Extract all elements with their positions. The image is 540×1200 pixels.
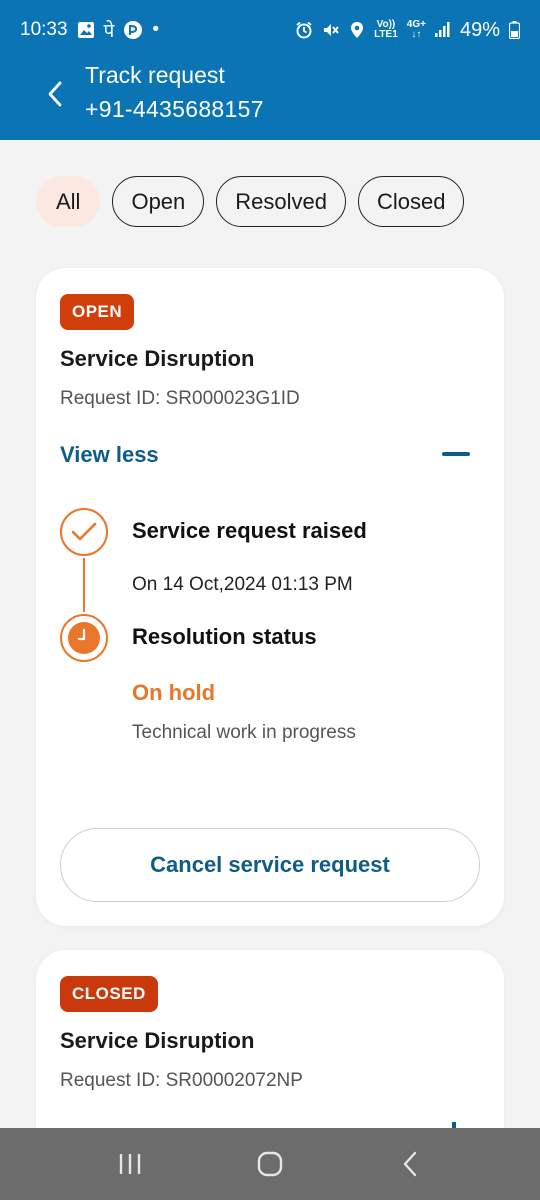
status-bar: 10:33 पे • Vo)) LTE1 4G+ ↓↑ 49%	[0, 0, 540, 60]
page-title: Track request	[85, 62, 225, 88]
minus-icon	[442, 452, 470, 456]
status-badge: OPEN	[60, 294, 135, 330]
home-button[interactable]	[240, 1134, 300, 1194]
signal-icon	[434, 22, 451, 38]
resolution-detail: Technical work in progress	[132, 722, 356, 743]
back-icon	[403, 1151, 417, 1177]
location-icon	[349, 21, 365, 39]
timeline-connector	[83, 558, 85, 612]
status-badge: CLOSED	[60, 976, 158, 1012]
filter-chips: All Open Resolved Closed	[36, 176, 465, 227]
network-indicator: 4G+ ↓↑	[407, 20, 426, 40]
battery-percent: 49%	[459, 18, 500, 41]
home-icon	[257, 1151, 283, 1177]
alarm-icon	[295, 21, 313, 39]
cancel-request-button[interactable]: Cancel service request	[60, 828, 480, 902]
page-header: Track request +91-4435688157	[0, 60, 540, 140]
clock-icon	[60, 614, 108, 662]
app-header-bar: 10:33 पे • Vo)) LTE1 4G+ ↓↑ 49% Track re…	[0, 0, 540, 140]
view-less-link[interactable]: View less	[60, 442, 159, 468]
status-dot: •	[152, 19, 159, 40]
request-id: Request ID: SR000023G1ID	[60, 388, 300, 409]
system-back-button[interactable]	[380, 1134, 440, 1194]
chevron-left-icon	[48, 81, 62, 107]
phonepe-icon	[123, 20, 143, 40]
request-title: Service Disruption	[60, 1028, 255, 1053]
filter-chip-closed[interactable]: Closed	[358, 176, 465, 227]
timeline-step-date: On 14 Oct,2024 01:13 PM	[132, 574, 353, 595]
pe-icon: पे	[103, 21, 115, 42]
back-button[interactable]	[38, 74, 72, 114]
mute-icon	[322, 21, 340, 39]
volte-bottom: LTE1	[374, 29, 398, 40]
filter-chip-open[interactable]: Open	[112, 176, 205, 227]
status-right: Vo)) LTE1 4G+ ↓↑ 49%	[295, 19, 520, 42]
check-icon	[60, 508, 108, 556]
phone-number: +91-4435688157	[85, 96, 264, 122]
recents-icon	[119, 1154, 141, 1174]
battery-icon	[509, 21, 520, 39]
system-nav-bar	[0, 1128, 540, 1200]
filter-chip-all[interactable]: All	[36, 176, 101, 227]
gallery-icon	[77, 21, 95, 39]
filter-chip-resolved[interactable]: Resolved	[216, 176, 346, 227]
timeline-step-title: Service request raised	[132, 518, 367, 543]
status-time: 10:33	[20, 19, 68, 40]
status-left: 10:33 पे •	[20, 17, 159, 43]
request-card-open: OPEN Service Disruption Request ID: SR00…	[36, 268, 504, 926]
resolution-status: On hold	[132, 680, 216, 705]
request-title: Service Disruption	[60, 346, 255, 371]
timeline-step-title: Resolution status	[132, 624, 317, 649]
network-bottom: ↓↑	[411, 29, 422, 40]
request-id: Request ID: SR00002072NP	[60, 1070, 303, 1091]
volte-indicator: Vo)) LTE1	[374, 20, 398, 40]
recents-button[interactable]	[100, 1134, 160, 1194]
